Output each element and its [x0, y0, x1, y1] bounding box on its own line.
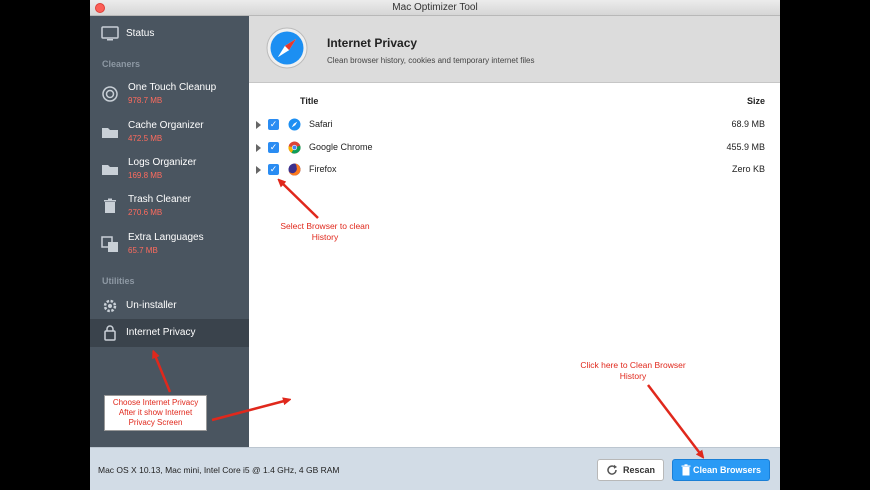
page-subtitle: Clean browser history, cookies and tempo…	[327, 56, 535, 65]
title-bar: Mac Optimizer Tool	[90, 0, 780, 16]
table-row-firefox[interactable]: ✓ Firefox Zero KB	[249, 161, 780, 181]
sidebar-item-size: 270.6 MB	[128, 208, 163, 217]
trash-icon	[104, 198, 116, 213]
annotation-select-browser: Select Browser to clean History	[262, 221, 388, 243]
sidebar-item-label: Cache Organizer	[128, 120, 204, 131]
sidebar-item-label: Internet Privacy	[126, 327, 196, 338]
sidebar-item-extra-languages[interactable]: Extra Languages 65.7 MB	[90, 228, 249, 262]
annotation-line: Select Browser to clean	[280, 221, 370, 231]
browser-name: Safari	[309, 119, 333, 129]
clean-browsers-button[interactable]: Clean Browsers	[672, 459, 770, 481]
sidebar-item-internet-privacy[interactable]: Internet Privacy	[90, 319, 249, 347]
status-bar: Mac OS X 10.13, Mac mini, Intel Core i5 …	[90, 447, 780, 490]
browser-size: 68.9 MB	[731, 119, 765, 129]
monitor-icon	[101, 26, 119, 41]
annotation-line: History	[619, 371, 647, 381]
language-icon	[101, 236, 118, 252]
annotation-line: Choose Internet Privacy	[112, 398, 199, 407]
privacy-icon	[104, 325, 116, 341]
browser-size: 455.9 MB	[726, 142, 765, 152]
column-header-title[interactable]: Title	[300, 96, 318, 106]
annotation-line: Click here to Clean Browser	[580, 360, 686, 370]
clean-browsers-label: Clean Browsers	[693, 465, 762, 475]
utilities-header: Utilities	[102, 276, 135, 286]
folder-icon	[102, 165, 118, 175]
annotation-line: After it show Internet	[118, 408, 193, 417]
sidebar-item-label: Un-installer	[126, 300, 177, 311]
refresh-icon	[607, 464, 617, 475]
annotation-click-clean: Click here to Clean Browser History	[563, 360, 703, 382]
rescan-label: Rescan	[623, 465, 656, 475]
sidebar-item-cache-organizer[interactable]: Cache Organizer 472.5 MB	[90, 116, 249, 150]
sidebar-item-status[interactable]: Status	[90, 22, 249, 46]
sidebar-item-size: 978.7 MB	[128, 96, 163, 105]
disclosure-triangle-icon[interactable]	[256, 121, 261, 129]
system-info: Mac OS X 10.13, Mac mini, Intel Core i5 …	[98, 465, 340, 475]
sidebar-item-label: Status	[126, 28, 155, 39]
sidebar-item-one-touch-cleanup[interactable]: One Touch Cleanup 978.7 MB	[90, 78, 249, 112]
sidebar-item-trash-cleaner[interactable]: Trash Cleaner 270.6 MB	[90, 190, 249, 224]
sidebar-item-size: 169.8 MB	[128, 171, 163, 180]
page-title: Internet Privacy	[327, 36, 418, 50]
cleaners-header: Cleaners	[102, 59, 141, 69]
rescan-button[interactable]: Rescan	[597, 459, 664, 481]
annotation-line: Privacy Screen	[128, 418, 183, 427]
trash-icon	[681, 464, 691, 476]
sidebar-item-label: Extra Languages	[128, 232, 204, 243]
chrome-checkbox[interactable]: ✓	[268, 142, 279, 153]
safari-compass-icon	[266, 27, 308, 69]
sidebar-item-size: 472.5 MB	[128, 134, 163, 143]
browser-name: Firefox	[309, 164, 337, 174]
table-row-google-chrome[interactable]: ✓ Google Chrome 455.9 MB	[249, 139, 780, 159]
safari-checkbox[interactable]: ✓	[268, 119, 279, 130]
safari-icon	[288, 118, 301, 131]
folder-icon	[102, 128, 118, 138]
browser-size: Zero KB	[731, 164, 765, 174]
sidebar-item-label: Trash Cleaner	[128, 194, 191, 205]
panel-header: Internet Privacy Clean browser history, …	[249, 16, 780, 83]
sidebar-item-label: One Touch Cleanup	[128, 82, 217, 93]
app-window: Mac Optimizer Tool Status Cleaners One T…	[90, 0, 780, 490]
sidebar-item-size: 65.7 MB	[128, 246, 158, 255]
firefox-icon	[288, 163, 301, 176]
annotation-line: History	[311, 232, 339, 242]
annotation-choose-internet-privacy: Choose Internet Privacy After it show In…	[104, 395, 207, 431]
gear-icon	[103, 299, 117, 313]
browser-name: Google Chrome	[309, 142, 373, 152]
sidebar-item-logs-organizer[interactable]: Logs Organizer 169.8 MB	[90, 153, 249, 187]
chrome-icon	[288, 141, 301, 154]
sidebar-item-uninstaller[interactable]: Un-installer	[90, 294, 249, 318]
disclosure-triangle-icon[interactable]	[256, 144, 261, 152]
sidebar: Status Cleaners One Touch Cleanup 978.7 …	[90, 16, 249, 447]
table-row-safari[interactable]: ✓ Safari 68.9 MB	[249, 116, 780, 136]
firefox-checkbox[interactable]: ✓	[268, 164, 279, 175]
sidebar-item-label: Logs Organizer	[128, 157, 197, 168]
column-header-size[interactable]: Size	[747, 96, 765, 106]
disclosure-triangle-icon[interactable]	[256, 166, 261, 174]
cleanup-icon	[102, 86, 118, 102]
window-title: Mac Optimizer Tool	[392, 2, 478, 13]
